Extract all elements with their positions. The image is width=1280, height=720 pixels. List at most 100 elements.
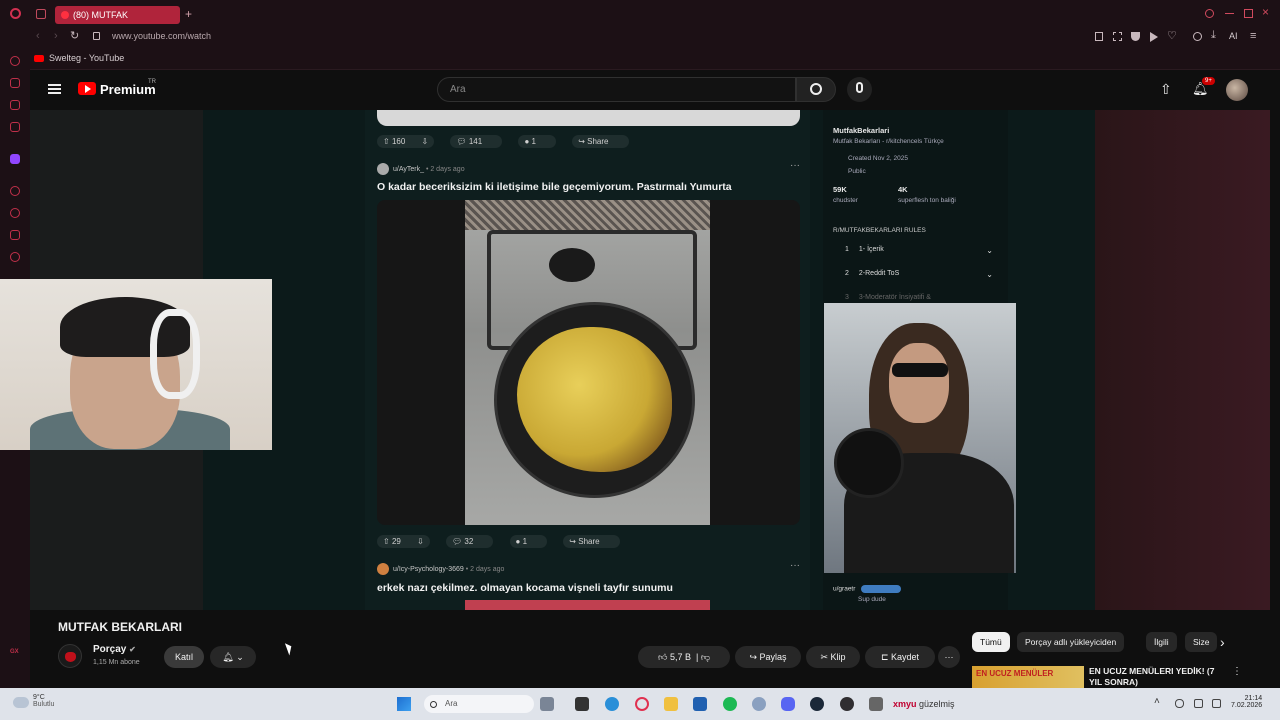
channel-name[interactable]: Porçay ✔ [93, 644, 136, 655]
join-button[interactable]: Katıl [164, 646, 204, 668]
post-author: u/Icy-Psychology-3669 • 2 days ago [377, 563, 504, 575]
headphones [150, 309, 200, 399]
tab-list-icon[interactable] [36, 9, 46, 19]
sidebar-player-icon[interactable] [10, 186, 20, 196]
sidebar-aria-icon[interactable] [10, 56, 20, 66]
taskbar-window-label[interactable]: xmyu güzelmiş [893, 699, 955, 709]
search-input[interactable]: Ara [437, 77, 796, 102]
notification-badge: 9+ [1202, 77, 1215, 85]
reload-icon[interactable]: ↻ [70, 29, 79, 42]
sidebar-twitch-icon[interactable] [10, 154, 20, 164]
recommended-title[interactable]: EN UCUZ MENÜLERI YEDİK! (7 YIL SONRA) [1089, 666, 1229, 688]
youtube-logo-icon[interactable] [78, 82, 96, 95]
post-author: u/AyTerk_ • 2 days ago [377, 163, 465, 175]
upload-icon[interactable]: ⇧ [1160, 82, 1174, 96]
discord-icon[interactable] [781, 697, 795, 711]
search-button[interactable] [796, 77, 836, 102]
spotify-icon[interactable] [723, 697, 737, 711]
microphone-tray-icon[interactable] [1175, 699, 1184, 708]
guest-sunglasses [892, 363, 948, 377]
chips-next-icon[interactable]: › [1220, 634, 1225, 650]
recommended-thumbnail[interactable]: EN UCUZ MENÜLER [972, 666, 1084, 688]
widgets-icon[interactable] [575, 697, 589, 711]
settings-icon[interactable] [752, 697, 766, 711]
sidebar-instagram-icon[interactable] [10, 122, 20, 132]
sidebar-messenger-icon[interactable] [10, 78, 20, 88]
weather-icon[interactable] [13, 697, 29, 708]
snapshot-icon[interactable] [1113, 32, 1122, 41]
sidebar-gx-icon[interactable]: GX [10, 649, 19, 655]
network-tray-icon[interactable] [1194, 699, 1203, 708]
menu-icon[interactable]: ≡ [1250, 30, 1256, 42]
sidebar-history-icon[interactable] [10, 208, 20, 218]
clip-button[interactable]: ✂ Klip [806, 646, 860, 668]
sidebar-extensions-icon[interactable] [10, 230, 20, 240]
opera-icon[interactable] [635, 697, 649, 711]
chip-from-uploader[interactable]: Porçay adlı yükleyiciden [1017, 632, 1125, 652]
play-icon[interactable] [1150, 32, 1158, 42]
tray-chevron-icon[interactable]: ˄ [1154, 696, 1160, 707]
voice-search-button[interactable] [847, 77, 872, 102]
download-icon[interactable]: ⤓ [1211, 29, 1216, 42]
taskbar-search-icon [430, 701, 437, 708]
account-avatar[interactable] [1226, 79, 1248, 101]
search-tabs-icon[interactable] [1205, 9, 1214, 18]
chip-for-you[interactable]: Size [1185, 632, 1217, 652]
close-icon[interactable]: × [1262, 5, 1269, 19]
save-button[interactable]: ⊏ Kaydet [865, 646, 935, 668]
video-info-section: MUTFAK BEKARLARI Porçay ✔ 1,15 Mn abone … [30, 610, 1280, 688]
more-actions-button[interactable]: ··· [938, 646, 960, 668]
heart-icon[interactable]: ♡ [1167, 29, 1177, 42]
share-button: ↪ Share [572, 135, 629, 148]
weather-widget[interactable]: 9°C Bulutlu [33, 694, 54, 708]
minimize-icon[interactable] [1225, 9, 1234, 14]
chip-all[interactable]: Tümü [972, 632, 1010, 652]
sidebar-whatsapp-icon[interactable] [10, 100, 20, 110]
ai-label[interactable]: AI [1229, 31, 1238, 41]
bookmark-item[interactable]: Swelteg - YouTube [34, 53, 124, 63]
rule-item: 2 2-Reddit ToS ⌄ [845, 270, 993, 279]
streamer-webcam [0, 279, 272, 450]
share-button[interactable]: ↪ Paylaş [735, 646, 801, 668]
shield-icon[interactable] [1131, 32, 1140, 41]
youtube-favicon-icon [61, 11, 69, 19]
account-icon[interactable] [1193, 32, 1202, 41]
microphone-icon [856, 82, 863, 93]
steam-icon[interactable] [810, 697, 824, 711]
chip-related[interactable]: İlgili [1146, 632, 1177, 652]
start-icon[interactable] [397, 697, 411, 711]
user-avatar [377, 563, 389, 575]
forward-icon[interactable]: › [54, 30, 58, 42]
reddit-feed: ⇧ 160 ⇩ 💬︎ 141 ● 1 ↪ Share u/AyTerk_ • 2… [365, 110, 810, 610]
task-view-icon[interactable] [540, 697, 554, 711]
url-field[interactable]: www.youtube.com/watch [112, 31, 211, 41]
back-icon[interactable]: ‹ [36, 30, 40, 42]
obs-icon[interactable] [840, 697, 854, 711]
tab-active[interactable]: (80) MUTFAK BEKARLARI [55, 6, 180, 38]
frying-pan [497, 305, 692, 495]
like-button[interactable]: 👍︎ 5,7 B | 👎︎ [638, 646, 730, 668]
next-post-image [465, 600, 710, 610]
edge-icon[interactable] [605, 697, 619, 711]
file-explorer-icon[interactable] [664, 697, 678, 711]
opera-logo-icon[interactable] [10, 8, 21, 19]
subscribe-bell-button[interactable]: 🔔︎ ⌄ [210, 646, 256, 668]
hamburger-menu-icon[interactable] [48, 84, 61, 94]
rule-item: 3 3-Moderatör İnsiyatifi & [845, 294, 931, 301]
upvote-button: ⇧ 160 ⇩ [377, 135, 435, 148]
previous-post-actions: ⇧ 160 ⇩ 💬︎ 141 ● 1 ↪ Share [377, 135, 643, 148]
system-clock[interactable]: 21:14 7.02.2026 [1231, 695, 1262, 709]
store-icon[interactable] [693, 697, 707, 711]
app-icon[interactable] [869, 697, 883, 711]
volume-tray-icon[interactable] [1212, 699, 1221, 708]
bookmark-icon[interactable] [1095, 32, 1103, 41]
new-tab-icon[interactable]: + [185, 7, 192, 21]
bookmarks-bar [0, 48, 1280, 70]
sidebar-settings-icon[interactable] [10, 252, 20, 262]
maximize-icon[interactable] [1244, 9, 1253, 18]
taskbar-search[interactable]: Ara [424, 695, 534, 713]
chevron-down-icon: ⌄ [236, 652, 244, 662]
clock-date: 7.02.2026 [1231, 702, 1263, 709]
channel-avatar[interactable] [58, 644, 82, 668]
recommended-options-icon[interactable]: ⋮ [1232, 666, 1242, 677]
